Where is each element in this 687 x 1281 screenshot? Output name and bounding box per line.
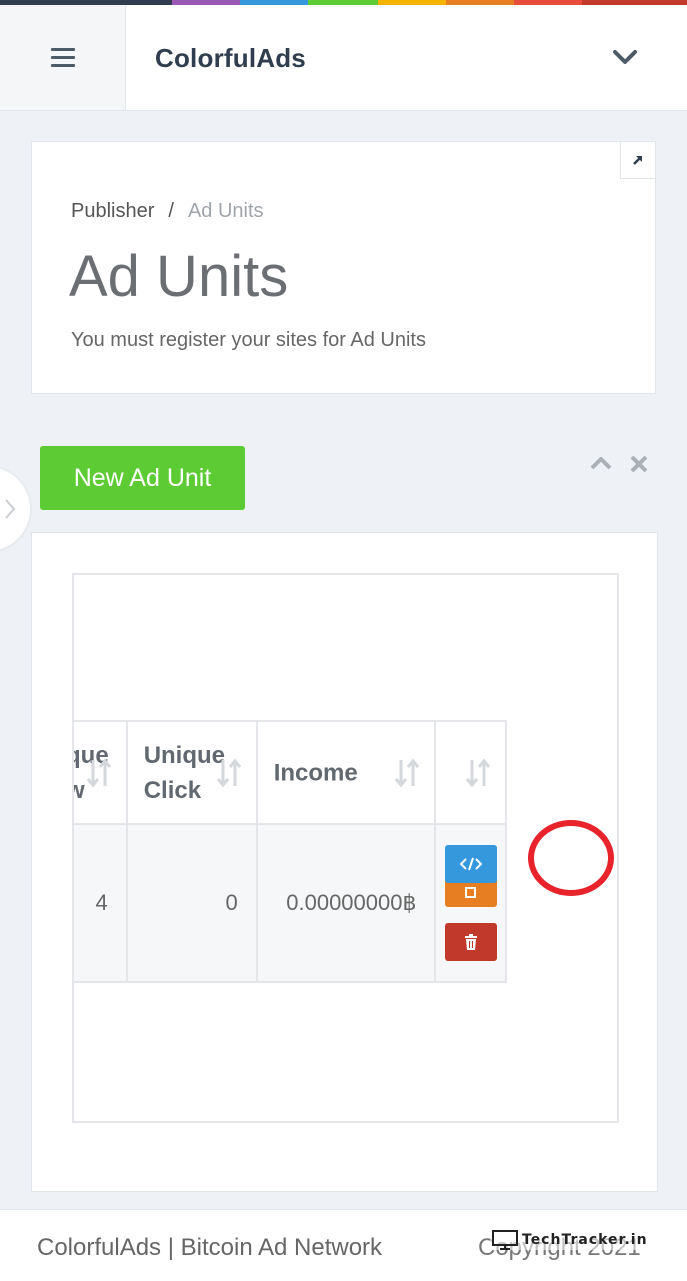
hamburger-icon [50, 43, 75, 72]
monitor-icon [492, 1230, 518, 1250]
chevron-right-icon [5, 499, 16, 519]
edit-icon [464, 887, 476, 898]
cell-unique-view: 4 [74, 823, 128, 983]
get-code-button[interactable] [444, 845, 497, 883]
breadcrumb: Publisher / Ad Units [71, 200, 264, 223]
trash-icon [464, 934, 477, 950]
sort-icon [86, 758, 111, 787]
column-income[interactable]: Income [255, 720, 437, 825]
watermark-text: TechTracker.in [522, 1232, 648, 1248]
chevron-down-icon[interactable] [612, 48, 638, 66]
page-header-card: Publisher / Ad Units Ad Units You must reg… [31, 141, 656, 394]
delete-button[interactable] [444, 923, 497, 961]
breadcrumb-current: Ad Units [187, 200, 264, 222]
breadcrumb-separator: / [168, 200, 174, 222]
expand-button[interactable] [620, 141, 656, 179]
breadcrumb-publisher[interactable]: Publisher [71, 200, 154, 222]
chevron-up-icon[interactable] [590, 455, 612, 471]
column-actions[interactable] [434, 720, 507, 825]
column-unique-click-line2: Click [143, 776, 202, 804]
sort-icon [395, 758, 420, 787]
column-income-label: Income [273, 759, 358, 786]
cell-actions [434, 823, 507, 983]
table-row: 4 0 0.00000000฿ [74, 823, 507, 983]
column-unique-click[interactable]: Unique Click [125, 720, 258, 825]
column-unique-click-line1: Unique [143, 741, 226, 769]
column-unique-view-line2: w [74, 777, 85, 804]
ad-units-table: quew Unique Click Income [74, 720, 507, 983]
arrow-up-right-icon [633, 156, 642, 165]
sidebar-toggle-handle[interactable] [0, 465, 32, 553]
highlight-circle [528, 820, 614, 896]
new-ad-unit-button[interactable]: New Ad Unit [40, 446, 245, 510]
cell-income: 0.00000000฿ [255, 823, 437, 983]
sort-icon [216, 758, 241, 787]
column-unique-view[interactable]: quew [74, 720, 128, 825]
page-subtitle: You must register your sites for Ad Unit… [71, 329, 426, 351]
top-header-bar: ColorfulAds [0, 5, 687, 111]
footer: ColorfulAds | Bitcoin Ad Network Copyrig… [0, 1209, 687, 1281]
brand-name[interactable]: ColorfulAds [155, 43, 306, 74]
sort-icon [465, 758, 491, 787]
watermark: TechTracker.in [490, 1230, 650, 1250]
menu-toggle-button[interactable] [0, 5, 126, 110]
page-title: Ad Units [69, 244, 289, 309]
close-icon[interactable] [630, 455, 648, 473]
cell-unique-click: 0 [125, 823, 258, 983]
footer-text: ColorfulAds | Bitcoin Ad Network [37, 1234, 383, 1261]
code-icon [459, 857, 482, 871]
